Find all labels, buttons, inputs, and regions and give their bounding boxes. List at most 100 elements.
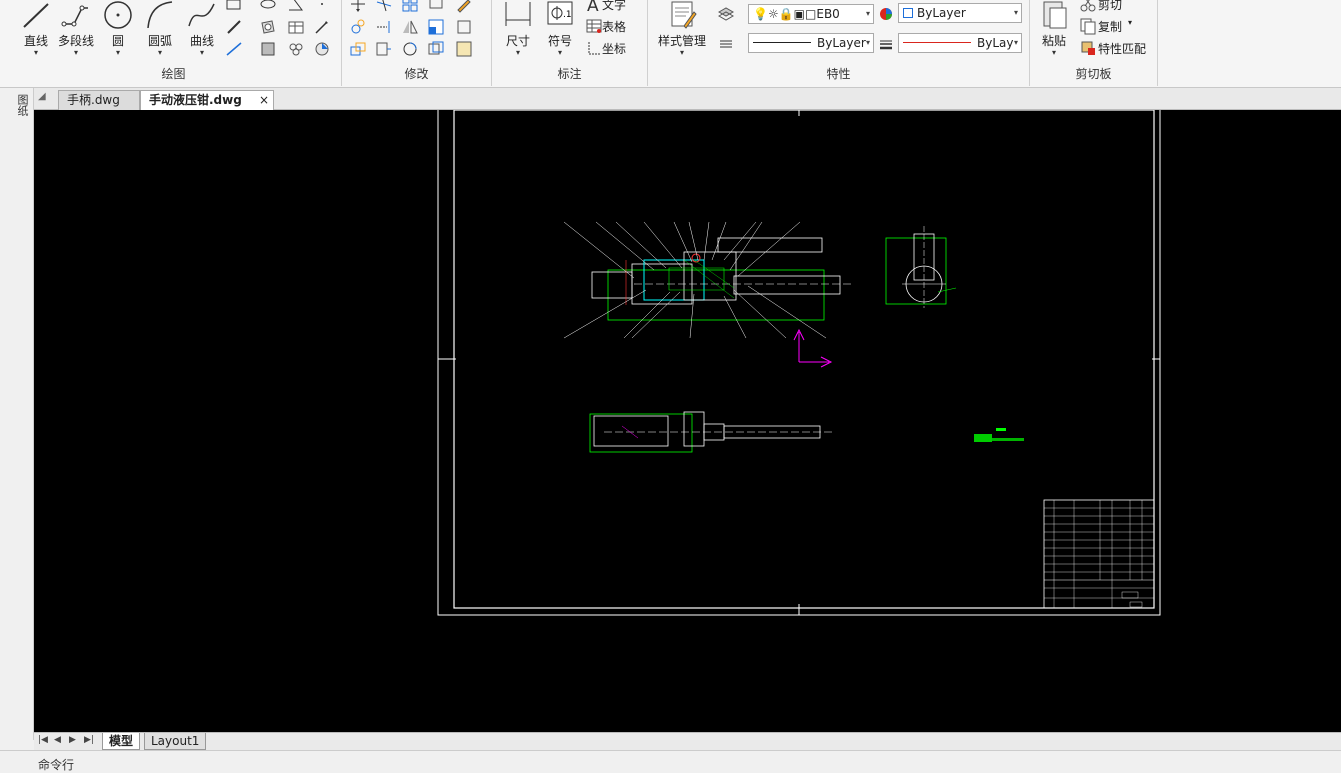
layer-select[interactable]: 💡☼🔒▣□EB0 ▾: [748, 4, 874, 24]
boundary-icon[interactable]: [312, 39, 332, 59]
chevron-down-icon[interactable]: ▾: [1032, 49, 1076, 57]
rotate-icon[interactable]: [348, 17, 368, 37]
rectangle-icon[interactable]: [224, 0, 244, 14]
first-tab-icon[interactable]: |◀: [38, 735, 48, 745]
dimension-button[interactable]: 尺寸 ▾: [496, 0, 540, 62]
printer-icon[interactable]: ▣: [794, 7, 805, 21]
chevron-down-icon[interactable]: ▾: [138, 49, 182, 57]
linetype-icon[interactable]: [716, 34, 736, 54]
polyline-icon: [61, 5, 88, 27]
match-properties-label[interactable]: 特性匹配: [1098, 40, 1146, 57]
angle-icon[interactable]: [286, 0, 306, 14]
line-tool-button[interactable]: 直线 ▾: [14, 0, 58, 62]
title-block[interactable]: [1043, 499, 1155, 609]
properties-edit-icon[interactable]: [454, 39, 474, 59]
properties-panel: 样式管理 ▾ 💡☼🔒▣□EB0 ▾ ByLayer ▾ ByLayer ▾ By…: [648, 0, 1030, 86]
chevron-down-icon[interactable]: ▾: [54, 49, 98, 57]
color-select[interactable]: ByLayer ▾: [898, 3, 1022, 23]
chevron-down-icon[interactable]: ▾: [652, 49, 712, 57]
pencil-icon[interactable]: [454, 0, 474, 14]
region-icon[interactable]: [258, 17, 278, 37]
chevron-down-icon[interactable]: ▾: [866, 34, 870, 52]
polyline-tool-button[interactable]: 多段线 ▾: [54, 0, 98, 62]
lightbulb-icon[interactable]: 💡: [753, 7, 768, 21]
arc-tool-button[interactable]: 圆弧 ▾: [138, 0, 182, 62]
lineweight-select[interactable]: ByLay ▾: [898, 33, 1022, 53]
lineweight-icon[interactable]: [876, 34, 896, 54]
circle-tool-button[interactable]: 圆 ▾: [96, 0, 140, 62]
properties-panel-title: 特性: [826, 67, 851, 81]
sheet-set-button[interactable]: 图纸: [10, 94, 29, 116]
mirror-icon[interactable]: [400, 17, 420, 37]
tab-layout1[interactable]: Layout1: [144, 733, 207, 750]
match-properties-icon[interactable]: [1078, 38, 1098, 58]
tab-model[interactable]: 模型: [102, 733, 141, 750]
top-view[interactable]: [589, 411, 834, 453]
linetype-select[interactable]: ByLayer ▾: [748, 33, 874, 53]
arc-icon: [147, 1, 173, 29]
paste-icon: [1043, 1, 1067, 29]
drawing-svg[interactable]: [34, 110, 1341, 732]
table-label[interactable]: 表格: [602, 18, 626, 35]
side-view[interactable]: [885, 226, 957, 308]
text-icon[interactable]: A: [584, 0, 604, 16]
sun-icon[interactable]: ☼: [768, 7, 779, 21]
chevron-down-icon[interactable]: ▾: [538, 49, 582, 57]
text-label[interactable]: 文字: [602, 0, 626, 13]
layer-name: EB0: [816, 7, 840, 21]
fillet-icon[interactable]: [400, 39, 420, 59]
construction-line-icon[interactable]: [224, 17, 244, 37]
coordinate-label[interactable]: 坐标: [602, 40, 626, 57]
main-assembly-view[interactable]: [563, 221, 854, 339]
chevron-down-icon[interactable]: ▾: [866, 5, 870, 23]
paste-button[interactable]: 粘贴 ▾: [1032, 0, 1076, 62]
ray-icon[interactable]: [312, 17, 332, 37]
chevron-down-icon[interactable]: ▾: [180, 49, 224, 57]
last-tab-icon[interactable]: ▶|: [84, 735, 94, 745]
cut-icon[interactable]: [1078, 0, 1098, 14]
tab-bar-arrow-icon[interactable]: ◢: [38, 91, 46, 102]
cut-label[interactable]: 剪切: [1098, 0, 1122, 13]
table-draw-icon[interactable]: [286, 17, 306, 37]
array-icon[interactable]: [400, 0, 420, 14]
style-manager-button[interactable]: 样式管理 ▾: [652, 0, 712, 62]
ellipse-icon[interactable]: [258, 0, 278, 14]
copy-label[interactable]: 复制: [1098, 18, 1122, 35]
linetype-value: ByLayer: [817, 36, 866, 50]
chevron-down-icon[interactable]: ▾: [14, 49, 58, 57]
chevron-down-icon[interactable]: ▾: [496, 49, 540, 57]
copy-icon[interactable]: [1078, 16, 1098, 36]
chevron-down-icon[interactable]: ▾: [1128, 18, 1132, 27]
command-line-bar[interactable]: 命令行: [0, 750, 1341, 772]
xline-icon[interactable]: [224, 39, 244, 59]
explode-icon[interactable]: [454, 17, 474, 37]
table-icon[interactable]: [584, 16, 604, 36]
chevron-down-icon[interactable]: ▾: [1014, 34, 1018, 52]
point-icon[interactable]: [312, 0, 332, 14]
prev-tab-icon[interactable]: ◀: [54, 735, 61, 745]
copy-objects-icon[interactable]: [348, 39, 368, 59]
close-icon[interactable]: ×: [259, 91, 269, 110]
spline-tool-button[interactable]: 曲线 ▾: [180, 0, 224, 62]
scale-icon[interactable]: [426, 17, 446, 37]
next-tab-icon[interactable]: ▶: [69, 735, 76, 745]
tab-handle-dwg[interactable]: 手柄.dwg: [58, 90, 140, 110]
lock-icon[interactable]: 🔒: [779, 7, 794, 21]
chevron-down-icon[interactable]: ▾: [1014, 4, 1018, 22]
offset-icon[interactable]: [426, 39, 446, 59]
tab-hydraulic-pliers-dwg[interactable]: 手动液压钳.dwg ×: [140, 90, 274, 110]
coordinate-icon[interactable]: [584, 38, 604, 58]
drawing-canvas[interactable]: [34, 110, 1341, 732]
symbol-button[interactable]: .1 符号 ▾: [538, 0, 582, 62]
chevron-down-icon[interactable]: ▾: [96, 49, 140, 57]
move-icon[interactable]: [348, 0, 368, 14]
extend-icon[interactable]: [374, 17, 394, 37]
trim-icon[interactable]: [374, 0, 394, 14]
stretch-icon[interactable]: [374, 39, 394, 59]
erase-icon[interactable]: [426, 0, 446, 14]
hatch-icon[interactable]: [258, 39, 278, 59]
arc-tool-label: 圆弧: [147, 34, 172, 48]
layer-manager-icon[interactable]: [716, 4, 736, 24]
gradient-icon[interactable]: [286, 39, 306, 59]
color-wheel-icon[interactable]: [876, 4, 896, 24]
